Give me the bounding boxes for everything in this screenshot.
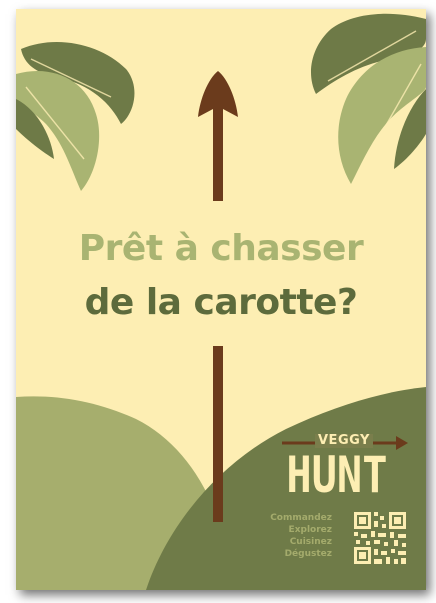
tagline-line: Cuisinez xyxy=(289,537,332,547)
headline-line-1: Prêt à chasser xyxy=(78,228,364,269)
palm-leaf-left-icon xyxy=(16,41,135,191)
arrow-up-icon xyxy=(198,71,238,201)
tagline-line: Dégustez xyxy=(284,549,332,559)
arrow-shaft-lower xyxy=(213,346,223,522)
tagline-line: Explorez xyxy=(288,525,332,535)
tagline-line: Commandez xyxy=(270,513,332,523)
logo-hunt: HUNT xyxy=(286,446,388,504)
headline-line-2: de la carotte? xyxy=(84,282,358,323)
palm-leaf-right-icon xyxy=(311,13,426,184)
poster: Prêt à chasser de la carotte? VEGGY HUNT… xyxy=(16,9,426,590)
tagline: Commandez Explorez Cuisinez Dégustez xyxy=(270,512,332,560)
